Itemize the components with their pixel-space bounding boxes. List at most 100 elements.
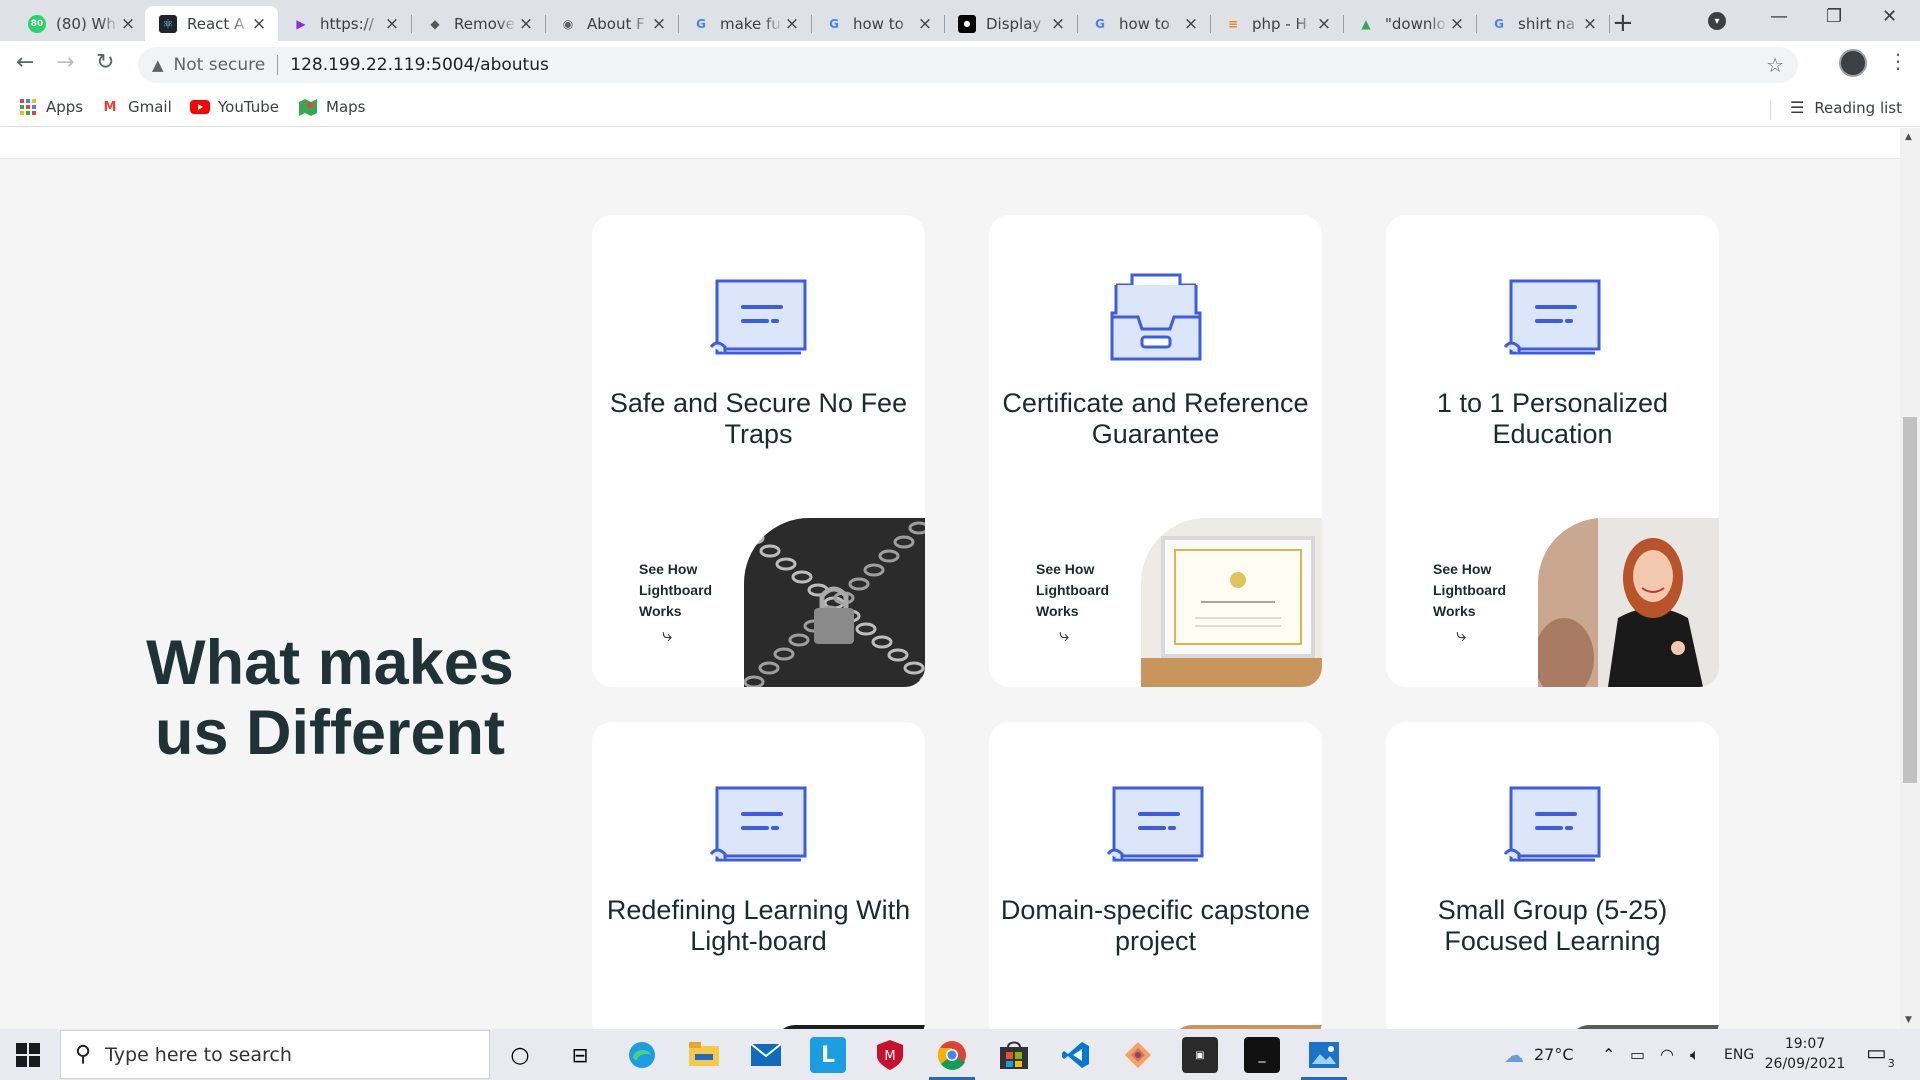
weather-widget[interactable]: ☁ 27°C [1504, 1029, 1574, 1080]
restore-icon[interactable]: ❐ [1826, 6, 1842, 27]
taskbar-clock[interactable]: 19:07 26/09/2021 [1760, 1034, 1850, 1074]
bookmark-maps[interactable]: Maps [298, 98, 365, 116]
scroll-up-icon[interactable]: ▲ [1905, 132, 1912, 142]
curved-arrow-icon[interactable]: ⤷ [1059, 625, 1069, 646]
tab-separator [1609, 15, 1610, 33]
new-tab-button[interactable]: + [1612, 8, 1634, 38]
curved-arrow-icon[interactable]: ⤷ [662, 625, 672, 646]
youtube-icon [190, 98, 210, 116]
address-bar[interactable]: ▲ Not secure 128.199.22.119:5004/aboutus… [138, 47, 1798, 83]
close-tab-icon[interactable]: × [119, 14, 137, 34]
chained-lock-photo [744, 518, 925, 687]
terminal-icon[interactable]: _ [1244, 1037, 1280, 1073]
maps-icon [298, 98, 318, 116]
notification-count: 3 [1887, 1057, 1895, 1070]
medium-icon: ● [958, 14, 976, 33]
file-explorer-icon[interactable] [686, 1037, 722, 1073]
close-tab-icon[interactable]: × [383, 14, 401, 34]
reload-icon[interactable]: ↻ [96, 50, 114, 75]
forward-icon[interactable]: → [56, 50, 74, 75]
browser-tab[interactable]: ◆ Remove × [412, 6, 546, 41]
bookmark-star-icon[interactable]: ☆ [1766, 53, 1784, 77]
bookmark-gmail[interactable]: M Gmail [100, 98, 172, 116]
cortana-icon[interactable]: ○ [502, 1037, 538, 1073]
browser-tab[interactable]: Gshirt na × [1476, 6, 1610, 41]
browser-tab[interactable]: ▲ "downlo × [1343, 6, 1477, 41]
photos-icon[interactable] [1306, 1037, 1342, 1073]
close-tab-icon[interactable]: × [1448, 14, 1466, 34]
weather-temp: 27°C [1534, 1045, 1574, 1064]
warning-icon[interactable]: ▲ [152, 56, 164, 74]
curved-arrow-icon[interactable]: ⤷ [1456, 625, 1466, 646]
see-how-link[interactable]: See How Lightboard Works [639, 559, 729, 622]
bookmark-youtube[interactable]: YouTube [190, 98, 279, 116]
browser-tab[interactable]: Ghow to × [1077, 6, 1211, 41]
see-how-link[interactable]: See How Lightboard Works [1433, 559, 1523, 622]
language-indicator[interactable]: ENG [1724, 1029, 1754, 1080]
windows-start-icon[interactable] [16, 1043, 40, 1067]
scroll-down-icon[interactable]: ▼ [1905, 1015, 1912, 1025]
react-icon: ⚛ [159, 14, 177, 33]
close-tab-icon[interactable]: × [1581, 14, 1599, 34]
browser-tab[interactable]: Ghow to × [811, 6, 945, 41]
browser-tab[interactable]: ⚛ React A × [145, 6, 278, 41]
tab-title: https:// [320, 14, 374, 33]
browser-tab[interactable]: 80 (80) Wh × [14, 6, 147, 41]
close-tab-icon[interactable]: × [250, 14, 268, 34]
security-label[interactable]: Not secure [174, 55, 266, 75]
section-heading: What makes us Different [146, 628, 514, 768]
notification-center-icon[interactable]: ▭ 3 [1866, 1041, 1895, 1070]
clock-date: 26/09/2021 [1764, 1056, 1846, 1072]
browser-tab[interactable]: ≡ php - H × [1210, 6, 1344, 41]
close-tab-icon[interactable]: × [517, 14, 535, 34]
reading-list-button[interactable]: ☰ Reading list [1769, 98, 1902, 120]
document-tray-icon [1106, 784, 1206, 864]
close-window-icon[interactable]: ✕ [1882, 6, 1897, 27]
browser-tab[interactable]: ● Display × [944, 6, 1078, 41]
close-tab-icon[interactable]: × [650, 14, 668, 34]
app-thumbnail-icon[interactable]: ▣ [1182, 1037, 1218, 1073]
profile-avatar[interactable] [1839, 49, 1867, 77]
feature-title: Redefining Learning With Light-board [606, 895, 911, 956]
reading-list-label: Reading list [1814, 98, 1902, 117]
browser-menu-icon[interactable]: ⋮ [1888, 49, 1908, 73]
wifi-icon[interactable]: ◠ [1660, 1029, 1674, 1080]
bookmark-label: Maps [326, 98, 366, 116]
minimize-icon[interactable]: — [1770, 6, 1788, 27]
taskbar-search[interactable]: ⚲ Type here to search [60, 1030, 490, 1079]
google-icon: G [1494, 16, 1504, 31]
edge-icon[interactable] [624, 1037, 660, 1073]
back-icon[interactable]: ← [16, 50, 34, 75]
mail-icon[interactable] [748, 1037, 784, 1073]
browser-tab[interactable]: ◉ About F × [545, 6, 679, 41]
close-tab-icon[interactable]: × [1049, 14, 1067, 34]
bookmark-label: Apps [46, 98, 84, 116]
browser-tab[interactable]: ▶ https:// × [278, 6, 412, 41]
tray-overflow-icon[interactable]: ⌃ [1602, 1029, 1615, 1080]
scroll-thumb[interactable] [1903, 417, 1917, 783]
close-tab-icon[interactable]: × [783, 14, 801, 34]
close-tab-icon[interactable]: × [916, 14, 934, 34]
tab-strip: 80 (80) Wh × ⚛ React A × ▶ https://× ◆ Remove × ◉ Ab… [0, 0, 1920, 41]
vscode-icon[interactable] [1058, 1037, 1094, 1073]
battery-icon[interactable]: ▭ [1630, 1029, 1645, 1080]
browser-tab[interactable]: Gmake fu × [678, 6, 812, 41]
see-how-link[interactable]: See How Lightboard Works [1036, 559, 1126, 622]
chrome-icon[interactable] [934, 1037, 970, 1073]
task-view-icon[interactable]: ⊟ [562, 1037, 598, 1073]
page-scrollbar[interactable]: ▲ ▼ [1900, 128, 1920, 1029]
git-kraken-icon[interactable] [1120, 1037, 1156, 1073]
url-text[interactable]: 128.199.22.119:5004/aboutus [290, 55, 549, 75]
browser-toolbar: ← → ↻ ▲ Not secure 128.199.22.119:5004/a… [0, 41, 1920, 91]
close-tab-icon[interactable]: × [1182, 14, 1200, 34]
mcafee-icon[interactable]: M [872, 1037, 908, 1073]
tab-search-icon[interactable]: ▾ [1708, 12, 1726, 30]
page-viewport: What makes us Different Safe and Secure … [0, 128, 1920, 1029]
tab-title: shirt na [1518, 14, 1576, 33]
launcher-l-icon[interactable]: L [810, 1037, 846, 1073]
bookmark-label: Gmail [128, 98, 172, 116]
volume-icon[interactable]: 🔈︎ [1690, 1029, 1700, 1080]
close-tab-icon[interactable]: × [1315, 14, 1333, 34]
bookmark-apps[interactable]: Apps [18, 98, 83, 116]
store-icon[interactable] [996, 1037, 1032, 1073]
